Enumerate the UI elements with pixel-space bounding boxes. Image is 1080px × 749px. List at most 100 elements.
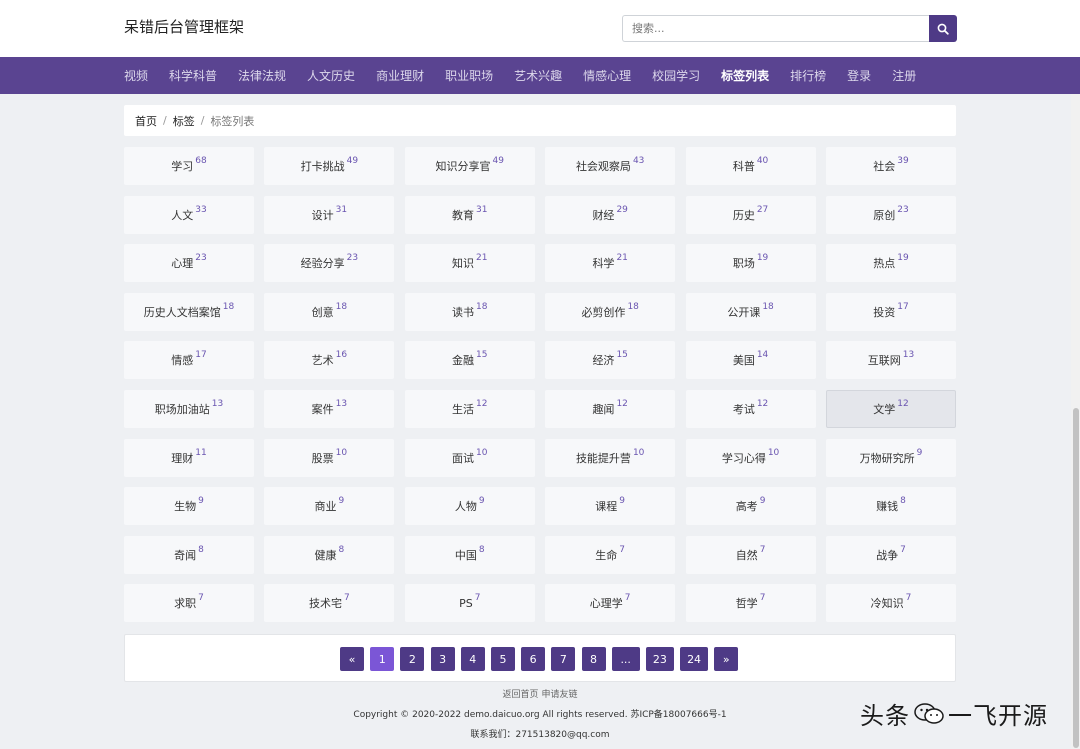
page-button[interactable]: 3 xyxy=(430,647,455,671)
page-button[interactable]: 5 xyxy=(490,647,515,671)
nav-item[interactable]: 登录 xyxy=(847,67,871,84)
tag-item[interactable]: 考试 12 xyxy=(685,389,816,428)
search-input[interactable] xyxy=(622,15,930,42)
page-button[interactable]: 1 xyxy=(370,647,395,671)
tag-item[interactable]: 趣闻 12 xyxy=(545,389,676,428)
tag-item[interactable]: 文学 12 xyxy=(825,389,956,428)
tag-name: 历史人文档案馆 xyxy=(143,305,221,319)
tag-item[interactable]: 商业 9 xyxy=(264,487,395,526)
prev-page-button[interactable]: « xyxy=(340,647,364,671)
tag-item[interactable]: 互联网 13 xyxy=(825,341,956,380)
nav-item[interactable]: 法律法规 xyxy=(238,67,286,84)
tag-item[interactable]: 读书 18 xyxy=(404,292,535,331)
tag-item[interactable]: 科普 40 xyxy=(685,147,816,185)
page-button[interactable]: 4 xyxy=(460,647,485,671)
nav-item[interactable]: 职业职场 xyxy=(445,67,493,84)
tag-item[interactable]: 教育 31 xyxy=(404,195,535,234)
footer-link-home[interactable]: 返回首页 xyxy=(503,690,539,700)
tag-name: 社会观察局 xyxy=(575,160,631,173)
tag-item[interactable]: 高考 9 xyxy=(685,487,816,526)
nav-item[interactable]: 人文历史 xyxy=(307,67,355,84)
tag-item[interactable]: 技能提升营 10 xyxy=(545,438,676,477)
tag-item[interactable]: 求职 7 xyxy=(124,584,254,623)
tag-item[interactable]: 科学 21 xyxy=(545,244,676,283)
tag-item[interactable]: 生物 9 xyxy=(124,487,254,526)
tag-item[interactable]: 万物研究所 9 xyxy=(825,438,956,477)
tag-item[interactable]: 哲学 7 xyxy=(685,584,816,623)
site-brand[interactable]: 呆错后台管理框架 xyxy=(124,16,244,37)
tag-item[interactable]: 美国 14 xyxy=(685,341,816,380)
tag-item[interactable]: 自然 7 xyxy=(685,535,816,574)
tag-item[interactable]: 学习 68 xyxy=(124,147,254,185)
nav-item[interactable]: 科学科普 xyxy=(169,67,217,84)
nav-item[interactable]: 视频 xyxy=(124,67,148,84)
tag-item[interactable]: 冷知识 7 xyxy=(825,584,956,623)
nav-item[interactable]: 商业理财 xyxy=(376,67,424,84)
tag-name: 知识分享官 xyxy=(435,160,491,173)
page-button[interactable]: 2 xyxy=(400,647,425,671)
scrollbar-thumb[interactable] xyxy=(1073,408,1079,748)
tag-item[interactable]: 金融 15 xyxy=(404,341,535,380)
tag-item[interactable]: 必剪创作 18 xyxy=(545,292,676,331)
tag-item[interactable]: 投资 17 xyxy=(825,292,956,331)
tag-item[interactable]: 人物 9 xyxy=(404,487,535,526)
tag-item[interactable]: 面试 10 xyxy=(404,438,535,477)
tag-item[interactable]: 人文 33 xyxy=(124,195,254,234)
breadcrumb-home[interactable]: 首页 xyxy=(135,113,157,129)
tag-item[interactable]: 心理 23 xyxy=(124,244,254,283)
nav-item[interactable]: 注册 xyxy=(892,67,916,84)
tag-item[interactable]: 历史人文档案馆 18 xyxy=(124,292,254,331)
tag-item[interactable]: 生命 7 xyxy=(545,535,676,574)
tag-item[interactable]: 课程 9 xyxy=(545,487,676,526)
page-button[interactable]: 8 xyxy=(581,647,606,671)
tag-item[interactable]: 技术宅 7 xyxy=(264,584,395,623)
tag-item[interactable]: 股票 10 xyxy=(264,438,395,477)
tag-item[interactable]: 心理学 7 xyxy=(545,584,676,623)
page-ellipsis[interactable]: ... xyxy=(611,647,640,671)
tag-item[interactable]: 情感 17 xyxy=(124,341,254,380)
nav-item[interactable]: 标签列表 xyxy=(721,67,769,84)
tag-item[interactable]: 知识 21 xyxy=(404,244,535,283)
tag-item[interactable]: 设计 31 xyxy=(264,195,395,234)
tag-item[interactable]: 热点 19 xyxy=(825,244,956,283)
watermark-left: 头条 xyxy=(860,702,910,730)
tag-item[interactable]: 公开课 18 xyxy=(685,292,816,331)
tag-item[interactable]: 战争 7 xyxy=(825,535,956,574)
tag-item[interactable]: 中国 8 xyxy=(404,535,535,574)
tag-item[interactable]: 学习心得 10 xyxy=(685,438,816,477)
tag-item[interactable]: 经济 15 xyxy=(545,341,676,380)
tag-item[interactable]: 职场加油站 13 xyxy=(124,389,254,428)
tag-count: 13 xyxy=(902,350,915,361)
tag-item[interactable]: 打卡挑战 49 xyxy=(264,147,395,185)
tag-item[interactable]: 社会 39 xyxy=(825,147,956,185)
tag-item[interactable]: 理财 11 xyxy=(124,438,254,477)
tag-item[interactable]: 生活 12 xyxy=(404,389,535,428)
tag-item[interactable]: 奇闻 8 xyxy=(124,535,254,574)
tag-count: 9 xyxy=(198,496,204,507)
nav-item[interactable]: 艺术兴趣 xyxy=(514,67,562,84)
nav-item[interactable]: 情感心理 xyxy=(583,67,631,84)
page-button[interactable]: 24 xyxy=(680,647,709,671)
nav-item[interactable]: 校园学习 xyxy=(652,67,700,84)
tag-item[interactable]: 健康 8 xyxy=(264,535,395,574)
breadcrumb-tag[interactable]: 标签 xyxy=(173,113,195,129)
tag-item[interactable]: 历史 27 xyxy=(685,195,816,234)
search-button[interactable] xyxy=(929,15,957,42)
tag-item[interactable]: 创意 18 xyxy=(264,292,395,331)
tag-item[interactable]: 财经 29 xyxy=(545,195,676,234)
tag-item[interactable]: PS 7 xyxy=(404,584,535,623)
tag-item[interactable]: 赚钱 8 xyxy=(825,487,956,526)
page-button[interactable]: 6 xyxy=(521,647,546,671)
tag-item[interactable]: 艺术 16 xyxy=(264,341,395,380)
page-button[interactable]: 23 xyxy=(645,647,674,671)
next-page-button[interactable]: » xyxy=(714,647,739,671)
footer-link-friend[interactable]: 申请友链 xyxy=(541,690,577,700)
tag-item[interactable]: 案件 13 xyxy=(264,389,395,428)
tag-item[interactable]: 知识分享官 49 xyxy=(404,147,535,185)
tag-item[interactable]: 职场 19 xyxy=(685,244,816,283)
tag-item[interactable]: 经验分享 23 xyxy=(264,244,395,283)
tag-item[interactable]: 社会观察局 43 xyxy=(545,147,676,185)
tag-item[interactable]: 原创 23 xyxy=(825,195,956,234)
page-button[interactable]: 7 xyxy=(551,647,576,671)
nav-item[interactable]: 排行榜 xyxy=(790,67,826,84)
